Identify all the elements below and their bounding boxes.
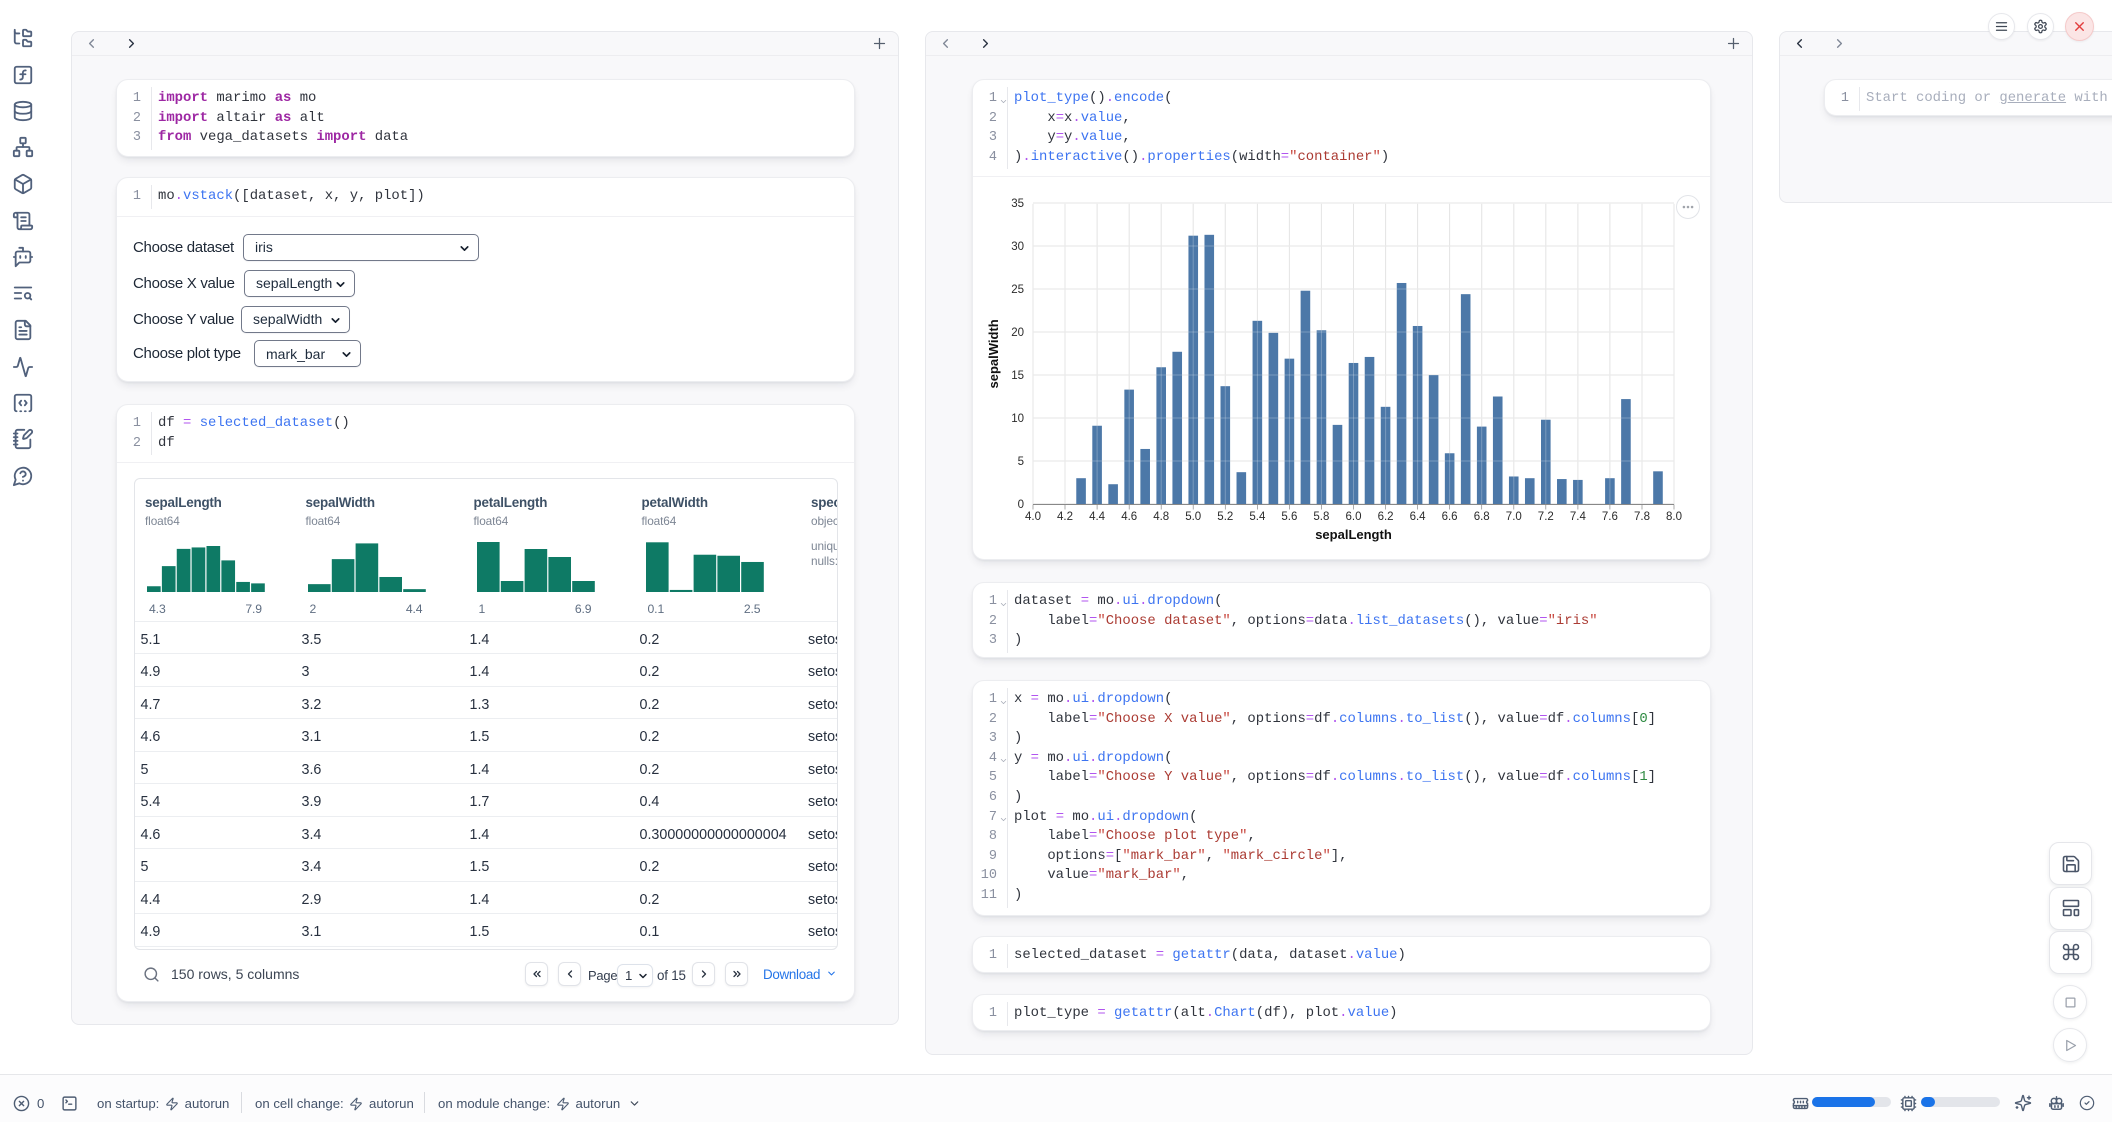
svg-text:5.8: 5.8 [1313,511,1329,523]
svg-text:5.0: 5.0 [1185,511,1201,523]
svg-text:sepalLength: sepalLength [1315,527,1392,542]
svg-text:4.8: 4.8 [1153,511,1169,523]
svg-text:35: 35 [1011,198,1024,210]
svg-text:7.6: 7.6 [1602,511,1618,523]
svg-text:7.8: 7.8 [1634,511,1650,523]
svg-text:6.2: 6.2 [1378,511,1394,523]
svg-text:7.2: 7.2 [1538,511,1554,523]
svg-text:5: 5 [1018,456,1024,468]
svg-text:7.4: 7.4 [1570,511,1587,523]
svg-text:0: 0 [1018,499,1024,511]
svg-text:4.6: 4.6 [1121,511,1137,523]
svg-text:25: 25 [1011,284,1024,296]
svg-text:6.4: 6.4 [1410,511,1427,523]
svg-text:4.4: 4.4 [1089,511,1106,523]
svg-text:5.6: 5.6 [1281,511,1297,523]
svg-text:5.2: 5.2 [1217,511,1233,523]
svg-text:20: 20 [1011,327,1024,339]
svg-text:30: 30 [1011,241,1024,253]
svg-text:4.2: 4.2 [1057,511,1073,523]
svg-text:sepalWidth: sepalWidth [986,319,1001,388]
svg-text:15: 15 [1011,370,1024,382]
svg-text:6.6: 6.6 [1442,511,1458,523]
svg-text:7.0: 7.0 [1506,511,1522,523]
svg-text:6.0: 6.0 [1346,511,1362,523]
svg-text:8.0: 8.0 [1666,511,1682,523]
svg-text:6.8: 6.8 [1474,511,1490,523]
svg-text:10: 10 [1011,413,1024,425]
svg-text:4.0: 4.0 [1025,511,1041,523]
svg-text:5.4: 5.4 [1249,511,1266,523]
